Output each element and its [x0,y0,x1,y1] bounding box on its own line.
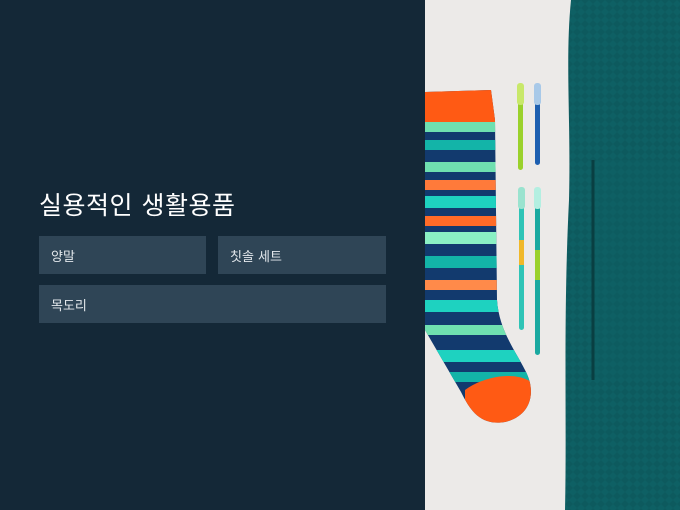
item-chip-toothbrush-set[interactable]: 칫솔 세트 [218,236,386,274]
product-photo [425,0,680,510]
product-photo-illustration [425,0,680,510]
item-chip-label: 목도리 [51,298,87,314]
item-chip-scarf[interactable]: 목도리 [39,285,386,323]
item-chip-label: 양말 [51,249,75,265]
content-panel: 실용적인 생활용품 양말 칫솔 세트 목도리 [0,0,425,510]
item-chip-label: 칫솔 세트 [230,249,282,265]
item-chip-socks[interactable]: 양말 [39,236,206,274]
scarf-image [565,0,680,510]
page-title: 실용적인 생활용품 [39,191,236,220]
